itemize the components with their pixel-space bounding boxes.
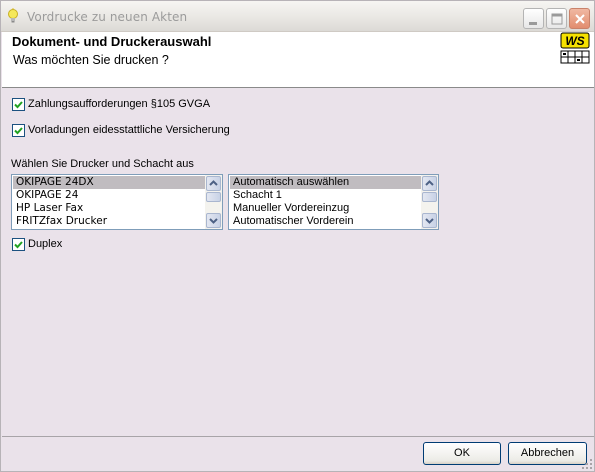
vorladungen-checkbox[interactable] xyxy=(12,124,25,137)
printer-item[interactable]: OKIPAGE 24 xyxy=(13,189,205,202)
checkmark-icon xyxy=(13,99,24,110)
logo-text: WS xyxy=(565,34,584,48)
zahlungsaufforderungen-checkbox[interactable] xyxy=(12,98,25,111)
vorladungen-label: Vorladungen eidesstattliche Versicherung xyxy=(28,124,230,136)
maximize-icon xyxy=(547,9,568,30)
window-title: Vordrucke zu neuen Akten xyxy=(27,10,187,24)
tray-item[interactable]: Automatischer Vorderein xyxy=(230,215,421,228)
printer-item[interactable]: HP Laser Fax xyxy=(13,202,205,215)
dialog-header: Dokument- und Druckerauswahl Was möchten… xyxy=(2,32,594,88)
resize-grip-icon[interactable] xyxy=(581,458,593,470)
scroll-thumb[interactable] xyxy=(422,192,437,202)
checkmark-icon xyxy=(13,125,24,136)
ok-button[interactable]: OK xyxy=(423,442,501,465)
printer-item[interactable]: FRITZfax Drucker xyxy=(13,215,205,228)
checkmark-icon xyxy=(13,239,24,250)
scroll-up-button[interactable] xyxy=(422,176,437,191)
cancel-button[interactable]: Abbrechen xyxy=(508,442,587,465)
lightbulb-icon xyxy=(7,8,19,24)
ws-logo: WS xyxy=(560,32,590,65)
tray-scrollbar[interactable] xyxy=(421,175,438,229)
tray-listbox[interactable]: Automatisch auswählen Schacht 1 Manuelle… xyxy=(228,174,439,230)
printer-listbox[interactable]: OKIPAGE 24DX OKIPAGE 24 HP Laser Fax FRI… xyxy=(11,174,223,230)
chevron-up-icon xyxy=(207,177,220,190)
close-button[interactable] xyxy=(569,8,590,29)
chevron-up-icon xyxy=(423,177,436,190)
scroll-down-button[interactable] xyxy=(422,213,437,228)
footer-divider xyxy=(2,436,594,437)
printer-section-label: Wählen Sie Drucker und Schacht aus xyxy=(11,158,194,170)
page-title: Dokument- und Druckerauswahl xyxy=(12,34,211,49)
chevron-down-icon xyxy=(423,214,436,227)
page-subtitle: Was möchten Sie drucken ? xyxy=(13,53,169,67)
scroll-thumb[interactable] xyxy=(206,192,221,202)
option-zahlungsaufforderungen[interactable]: Zahlungsaufforderungen §105 GVGA xyxy=(12,97,210,111)
duplex-label: Duplex xyxy=(28,238,62,250)
minimize-button[interactable] xyxy=(523,8,544,29)
option-duplex[interactable]: Duplex xyxy=(12,237,62,251)
scroll-down-button[interactable] xyxy=(206,213,221,228)
printer-scrollbar[interactable] xyxy=(205,175,222,229)
close-icon xyxy=(570,9,591,30)
dialog-window: Vordrucke zu neuen Akten Dokument- und D… xyxy=(0,0,595,472)
printer-item[interactable]: OKIPAGE 24DX xyxy=(13,176,205,189)
tray-item[interactable]: Manueller Vordereinzug xyxy=(230,202,421,215)
scroll-up-button[interactable] xyxy=(206,176,221,191)
tray-item[interactable]: Schacht 1 xyxy=(230,189,421,202)
title-bar[interactable]: Vordrucke zu neuen Akten xyxy=(1,1,594,32)
duplex-checkbox[interactable] xyxy=(12,238,25,251)
zahlungsaufforderungen-label: Zahlungsaufforderungen §105 GVGA xyxy=(28,98,210,110)
chevron-down-icon xyxy=(207,214,220,227)
option-vorladungen[interactable]: Vorladungen eidesstattliche Versicherung xyxy=(12,123,230,137)
maximize-button[interactable] xyxy=(546,8,567,29)
tray-item[interactable]: Automatisch auswählen xyxy=(230,176,421,189)
minimize-icon xyxy=(524,9,545,30)
